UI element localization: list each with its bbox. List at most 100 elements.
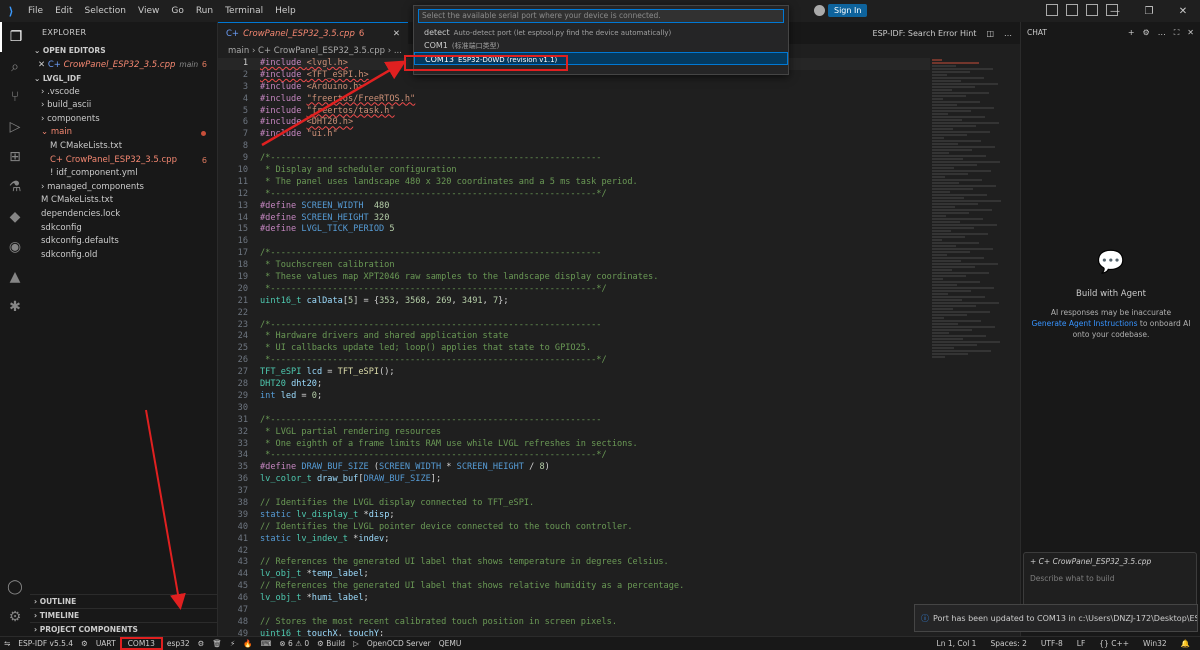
minimap[interactable] [932, 58, 1012, 378]
code-line[interactable]: 21 uint16_t calData[5] = {353, 3568, 269,… [218, 296, 930, 308]
port-option-detect[interactable]: detect Auto-detect port (let esptool.py f… [414, 26, 788, 39]
code-line[interactable]: 41 static lv_indev_t *indev; [218, 534, 930, 546]
quick-pick-input[interactable]: Select the available serial port where y… [418, 9, 784, 23]
code-line[interactable]: 26 *------------------------------------… [218, 355, 930, 367]
code-line[interactable]: 5 #include "freertos/task.h" [218, 106, 930, 118]
cursor-position[interactable]: Ln 1, Col 1 [933, 637, 981, 650]
file-tree-item[interactable]: ! idf_component.yml [30, 167, 217, 181]
code-line[interactable]: 3 #include <Arduino.h> [218, 82, 930, 94]
account-icon[interactable] [814, 5, 825, 16]
code-line[interactable]: 43 // References the generated UI label t… [218, 557, 930, 569]
file-tree-item[interactable]: sdkconfig [30, 222, 217, 236]
code-line[interactable]: 34 *------------------------------------… [218, 450, 930, 462]
code-line[interactable]: 45 // References the generated UI label t… [218, 581, 930, 593]
esp-idf-version[interactable]: ESP-IDF v5.5.4 [14, 639, 77, 648]
chat-context-file[interactable]: + C+ CrowPanel_ESP32_3.5.cpp [1024, 553, 1196, 570]
sign-in-button[interactable]: Sign In [828, 4, 868, 17]
split-editor-icon[interactable]: ◫ [986, 29, 994, 38]
terminal-icon[interactable]: ⌨ [257, 639, 276, 648]
file-tree-item[interactable]: dependencies.lock [30, 208, 217, 222]
code-line[interactable]: 32 * LVGL partial rendering resources [218, 427, 930, 439]
maximize-icon[interactable]: ❐ [1132, 6, 1166, 17]
open-editors-section[interactable]: ⌄ OPEN EDITORS [30, 44, 217, 58]
code-line[interactable]: 35 #define DRAW_BUF_SIZE (SCREEN_WIDTH * … [218, 462, 930, 474]
menu-selection[interactable]: Selection [79, 6, 132, 16]
toggle-panel-icon[interactable] [1066, 4, 1078, 16]
menu-edit[interactable]: Edit [49, 6, 78, 16]
file-tree-item[interactable]: › managed_components [30, 181, 217, 195]
close-tab-icon[interactable]: ✕ [393, 29, 400, 39]
code-line[interactable]: 6 #include <DHT20.h> [218, 117, 930, 129]
account-avatar-icon[interactable]: ◯ [0, 572, 30, 602]
platform-icon[interactable]: ▲ [0, 262, 30, 292]
notifications-bell-icon[interactable]: 🔔 [1177, 637, 1194, 650]
code-line[interactable]: 28 DHT20 dht20; [218, 379, 930, 391]
code-line[interactable]: 48 // Stores the most recent calibrated t… [218, 617, 930, 629]
code-line[interactable]: 37 [218, 486, 930, 498]
settings-gear-icon[interactable]: ⚙ [0, 602, 30, 632]
editor-tab[interactable]: C+ CrowPanel_ESP32_3.5.cpp 6 ✕ [218, 22, 408, 44]
debug-icon[interactable]: ▷ [349, 639, 363, 648]
extensions-icon[interactable]: ⊞ [0, 142, 30, 172]
file-tree-item[interactable]: › build_ascii [30, 99, 217, 113]
more-actions-icon[interactable]: … [1004, 29, 1012, 38]
code-line[interactable]: 10 * Display and scheduler configuration [218, 165, 930, 177]
flash-method[interactable]: UART [92, 639, 120, 648]
chat-input-box[interactable]: + C+ CrowPanel_ESP32_3.5.cpp Describe wh… [1023, 552, 1197, 610]
code-line[interactable]: 19 * These values map XPT2046 raw sample… [218, 272, 930, 284]
timeline-section[interactable]: › TIMELINE [30, 608, 218, 622]
file-tree-item[interactable]: M CMakeLists.txt [30, 140, 217, 154]
code-line[interactable]: 12 *------------------------------------… [218, 189, 930, 201]
python-icon[interactable]: ◆ [0, 202, 30, 232]
encoding[interactable]: UTF-8 [1037, 637, 1067, 650]
menu-terminal[interactable]: Terminal [219, 6, 269, 16]
explorer-icon[interactable]: ❐ [0, 22, 30, 52]
language-mode[interactable]: {} C++ [1095, 637, 1133, 650]
maximize-panel-icon[interactable]: ⛶ [1174, 28, 1180, 38]
menu-go[interactable]: Go [165, 6, 189, 16]
code-line[interactable]: 31 /*------------------------------------… [218, 415, 930, 427]
code-line[interactable]: 23 /*------------------------------------… [218, 320, 930, 332]
esp-settings-icon[interactable]: ⚙ [77, 639, 92, 648]
serial-port-selector[interactable]: COM13 [119, 637, 163, 650]
code-line[interactable]: 9 /*-------------------------------------… [218, 153, 930, 165]
code-line[interactable]: 29 int led = 0; [218, 391, 930, 403]
flash-icon[interactable]: ⚡ [226, 639, 239, 648]
file-tree-item[interactable]: ⌄ main [30, 126, 217, 140]
bug-icon[interactable]: ✱ [0, 292, 30, 322]
file-tree-item[interactable]: sdkconfig.defaults [30, 235, 217, 249]
code-line[interactable]: 22 [218, 308, 930, 320]
code-line[interactable]: 24 * Hardware drivers and shared applica… [218, 331, 930, 343]
code-line[interactable]: 17 /*------------------------------------… [218, 248, 930, 260]
remote-icon[interactable]: ⇋ [0, 639, 14, 648]
menu-help[interactable]: Help [269, 6, 302, 16]
chat-more-icon[interactable]: … [1158, 28, 1166, 38]
close-editor-icon[interactable]: ✕ [38, 60, 48, 70]
outline-section[interactable]: › OUTLINE [30, 594, 218, 608]
file-tree-item[interactable]: › .vscode [30, 86, 217, 100]
line-ending[interactable]: LF [1073, 637, 1090, 650]
project-components-section[interactable]: › PROJECT COMPONENTS [30, 622, 218, 636]
menu-file[interactable]: File [22, 6, 49, 16]
source-control-icon[interactable]: ⑂ [0, 82, 30, 112]
new-chat-icon[interactable]: + [1128, 28, 1135, 38]
port-option-com1[interactable]: COM1 (标准端口类型) [414, 39, 788, 52]
sdk-config-icon[interactable]: ⚙ [194, 639, 209, 648]
run-debug-icon[interactable]: ▷ [0, 112, 30, 142]
code-line[interactable]: 39 static lv_display_t *disp; [218, 510, 930, 522]
code-line[interactable]: 33 * One eighth of a frame limits RAM us… [218, 439, 930, 451]
menu-view[interactable]: View [132, 6, 165, 16]
toggle-sidebar-icon[interactable] [1046, 4, 1058, 16]
code-line[interactable]: 38 // Identifies the LVGL display connect… [218, 498, 930, 510]
code-line[interactable]: 16 [218, 236, 930, 248]
code-line[interactable]: 27 TFT_eSPI lcd = TFT_eSPI(); [218, 367, 930, 379]
code-line[interactable]: 47 [218, 605, 930, 617]
openocd-server-button[interactable]: OpenOCD Server [363, 639, 435, 648]
notification-toast[interactable]: ⓘ Port has been updated to COM13 in c:\Us… [914, 604, 1198, 632]
code-line[interactable]: 8 [218, 141, 930, 153]
code-line[interactable]: 11 * The panel uses landscape 480 x 320 … [218, 177, 930, 189]
file-tree-item[interactable]: C+ CrowPanel_ESP32_3.5.cpp 6 [30, 154, 217, 168]
file-tree-item[interactable]: › components [30, 113, 217, 127]
esp-idf-icon[interactable]: ◉ [0, 232, 30, 262]
chat-input[interactable]: Describe what to build [1024, 570, 1196, 587]
